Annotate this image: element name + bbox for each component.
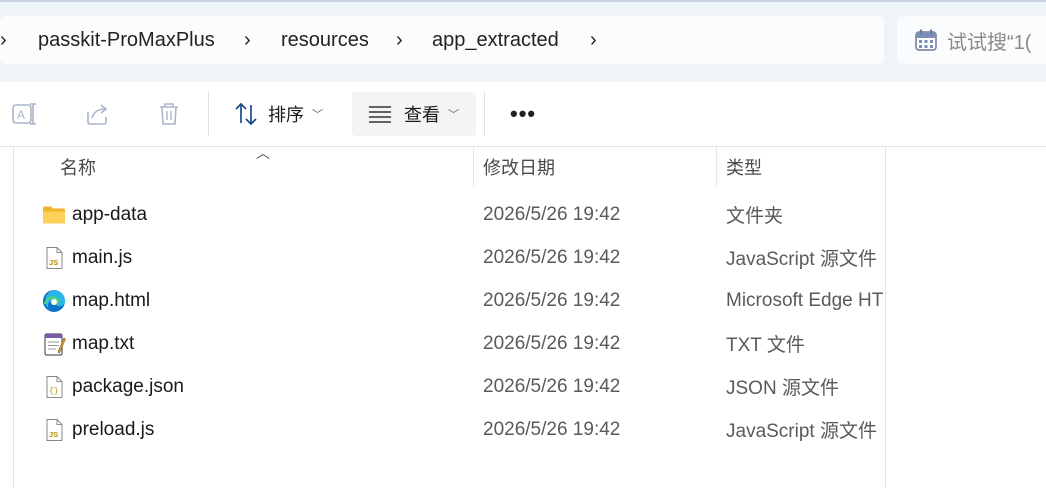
search-input[interactable]: 试试搜“1( xyxy=(897,16,1046,64)
file-name: map.txt xyxy=(72,332,135,354)
file-type: 文件夹 xyxy=(726,206,784,227)
file-name: package.json xyxy=(72,375,184,397)
sort-icon xyxy=(235,102,257,126)
svg-text:JS: JS xyxy=(49,258,58,267)
pane-border xyxy=(885,147,886,488)
file-name: main.js xyxy=(72,246,133,268)
file-row[interactable]: map.txt 2026/5/26 19:42 TXT 文件 xyxy=(14,322,885,365)
column-header-name[interactable]: 名称 xyxy=(60,147,96,187)
file-name: map.html xyxy=(72,289,151,311)
file-type: JavaScript 源文件 xyxy=(726,421,877,442)
notepad-icon xyxy=(44,333,66,356)
share-icon[interactable] xyxy=(84,100,112,128)
toolbar-divider xyxy=(208,92,209,136)
file-modified: 2026/5/26 19:42 xyxy=(483,203,621,225)
edge-icon xyxy=(43,290,65,312)
sort-button[interactable]: 排序 ﹀ xyxy=(228,92,338,136)
column-header-modified[interactable]: 修改日期 xyxy=(483,147,555,187)
file-type: Microsoft Edge HT xyxy=(726,289,884,311)
column-header-row: ︿ 名称 修改日期 类型 xyxy=(0,145,886,187)
svg-text:A: A xyxy=(17,108,25,122)
breadcrumb-item-app-extracted[interactable]: app_extracted xyxy=(432,16,559,64)
chevron-right-icon[interactable]: › xyxy=(396,16,403,64)
column-divider[interactable] xyxy=(716,147,717,187)
js-file-icon: JS xyxy=(46,419,63,441)
file-row[interactable]: JS main.js 2026/5/26 19:42 JavaScript 源文… xyxy=(14,236,885,279)
breadcrumb-item-passkit[interactable]: passkit-ProMaxPlus xyxy=(38,16,215,64)
column-header-type[interactable]: 类型 xyxy=(726,147,762,187)
file-name: preload.js xyxy=(72,418,155,440)
file-type: JSON 源文件 xyxy=(726,378,839,399)
rename-icon[interactable]: A xyxy=(11,100,39,128)
command-bar: A 排序 ﹀ 查看 ﹀ ••• xyxy=(0,82,1046,147)
toolbar-divider xyxy=(484,92,485,136)
file-modified: 2026/5/26 19:42 xyxy=(483,332,621,354)
file-modified: 2026/5/26 19:42 xyxy=(483,246,621,268)
chevron-right-icon[interactable]: › xyxy=(0,16,7,64)
file-modified: 2026/5/26 19:42 xyxy=(483,289,621,311)
chevron-right-icon[interactable]: › xyxy=(244,16,251,64)
breadcrumb[interactable]: › passkit-ProMaxPlus › resources › app_e… xyxy=(0,16,884,64)
file-name: app-data xyxy=(72,203,148,225)
address-area: › passkit-ProMaxPlus › resources › app_e… xyxy=(0,0,1046,84)
file-row[interactable]: JS preload.js 2026/5/26 19:42 JavaScript… xyxy=(14,408,885,451)
view-list-icon xyxy=(369,106,391,123)
svg-text:{}: {} xyxy=(49,387,59,396)
more-options-button[interactable]: ••• xyxy=(510,100,536,128)
file-row[interactable]: app-data 2026/5/26 19:42 文件夹 xyxy=(14,193,885,236)
column-divider[interactable] xyxy=(473,147,474,187)
json-file-icon: {} xyxy=(46,376,63,398)
file-row[interactable]: {} package.json 2026/5/26 19:42 JSON 源文件 xyxy=(14,365,885,408)
breadcrumb-item-resources[interactable]: resources xyxy=(281,16,369,64)
chevron-right-icon[interactable]: › xyxy=(590,16,597,64)
file-modified: 2026/5/26 19:42 xyxy=(483,418,621,440)
sort-label: 排序 xyxy=(268,105,304,125)
file-row[interactable]: map.html 2026/5/26 19:42 Microsoft Edge … xyxy=(14,279,885,322)
calendar-icon xyxy=(915,29,937,51)
file-type: TXT 文件 xyxy=(726,335,805,356)
sort-ascending-icon: ︿ xyxy=(256,145,270,161)
chevron-down-icon: ﹀ xyxy=(312,109,323,121)
js-file-icon: JS xyxy=(46,247,63,269)
view-label: 查看 xyxy=(404,105,440,125)
folder-icon xyxy=(43,206,65,224)
file-type: JavaScript 源文件 xyxy=(726,249,877,270)
search-placeholder: 试试搜“1( xyxy=(947,31,1032,54)
chevron-down-icon: ﹀ xyxy=(448,109,459,121)
file-modified: 2026/5/26 19:42 xyxy=(483,375,621,397)
delete-icon[interactable] xyxy=(155,100,183,128)
svg-text:JS: JS xyxy=(49,430,58,439)
view-button[interactable]: 查看 ﹀ xyxy=(352,92,476,136)
